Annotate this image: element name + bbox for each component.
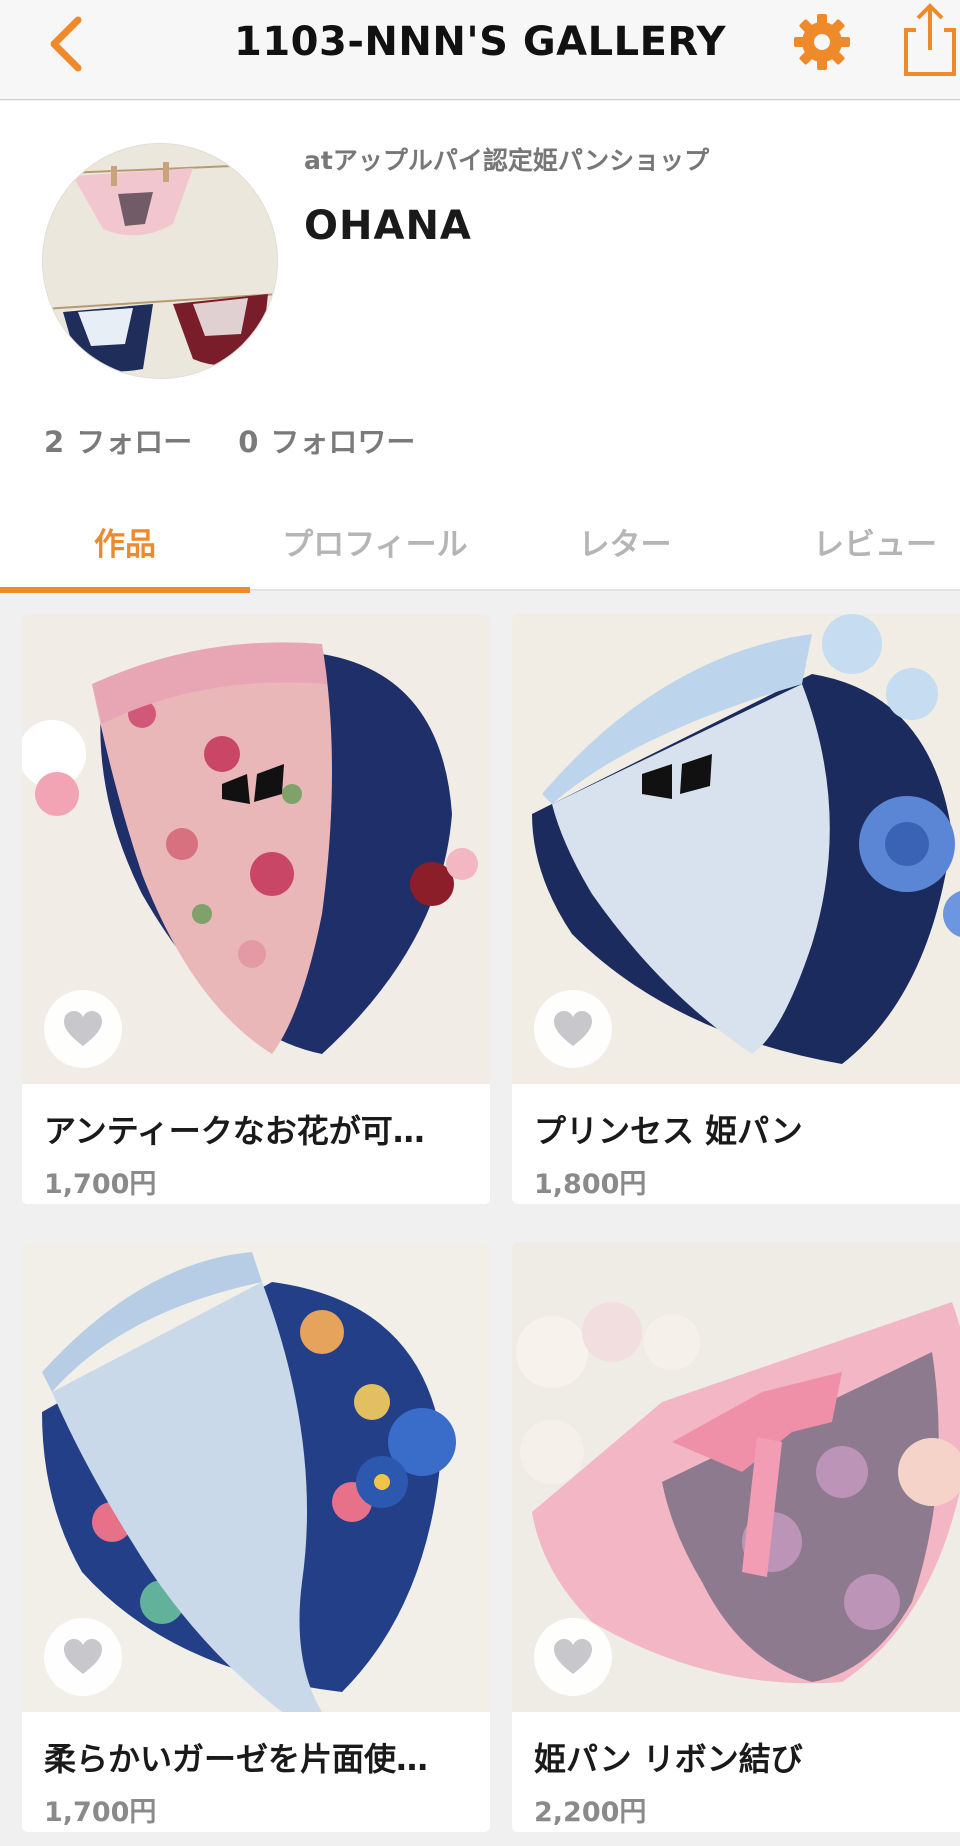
heart-icon [554, 1011, 592, 1046]
back-button[interactable] [36, 8, 96, 80]
page-title: 1103-NNN'S GALLERY [233, 19, 726, 65]
heart-icon [64, 1011, 102, 1046]
follow-stats: 2 フォロー 0 フォロワー [44, 419, 415, 461]
tab-works[interactable]: 作品 [0, 491, 250, 591]
follow-count[interactable]: 2 フォロー [44, 419, 192, 461]
share-icon [904, 3, 956, 76]
share-button[interactable] [898, 0, 960, 80]
follower-number: 0 [238, 425, 259, 459]
product-title: 柔らかいガーゼを片面使… [44, 1740, 429, 1778]
settings-button[interactable] [790, 10, 854, 74]
like-button[interactable] [534, 1618, 612, 1696]
like-button[interactable] [534, 990, 612, 1068]
product-title: プリンセス 姫パン [534, 1112, 803, 1150]
product-price: 1,700円 [44, 1169, 157, 1200]
follow-label: フォロー [76, 425, 193, 459]
shop-name: OHANA [304, 203, 472, 249]
avatar[interactable] [42, 143, 278, 379]
heart-icon [554, 1639, 592, 1674]
navigation-bar: 1103-NNN'S GALLERY [0, 0, 960, 100]
tab-review[interactable]: レビュー [750, 491, 960, 591]
active-tab-indicator [0, 587, 250, 593]
product-card[interactable]: 姫パン リボン結び 2,200円 [512, 1242, 960, 1832]
tab-profile[interactable]: プロフィール [250, 491, 500, 591]
follower-count[interactable]: 0 フォロワー [238, 419, 415, 461]
product-price: 1,700円 [44, 1797, 157, 1828]
gear-icon [794, 14, 850, 70]
product-card[interactable]: 柔らかいガーゼを片面使… 1,700円 [22, 1242, 490, 1832]
product-price: 1,800円 [534, 1169, 647, 1200]
follower-label: フォロワー [270, 425, 416, 459]
product-title: 姫パン リボン結び [534, 1740, 803, 1778]
like-button[interactable] [44, 990, 122, 1068]
profile-tabs: 作品 プロフィール レター レビュー [0, 491, 960, 593]
tab-letter[interactable]: レター [500, 491, 750, 591]
product-title: アンティークなお花が可… [44, 1112, 425, 1150]
shop-subtitle: atアップルパイ認定姫パンショップ [304, 146, 710, 175]
follow-number: 2 [44, 425, 65, 459]
product-card[interactable]: アンティークなお花が可… 1,700円 [22, 614, 490, 1204]
product-price: 2,200円 [534, 1797, 647, 1828]
like-button[interactable] [44, 1618, 122, 1696]
product-card[interactable]: プリンセス 姫パン 1,800円 [512, 614, 960, 1204]
heart-icon [64, 1639, 102, 1674]
chevron-left-icon [50, 16, 82, 72]
